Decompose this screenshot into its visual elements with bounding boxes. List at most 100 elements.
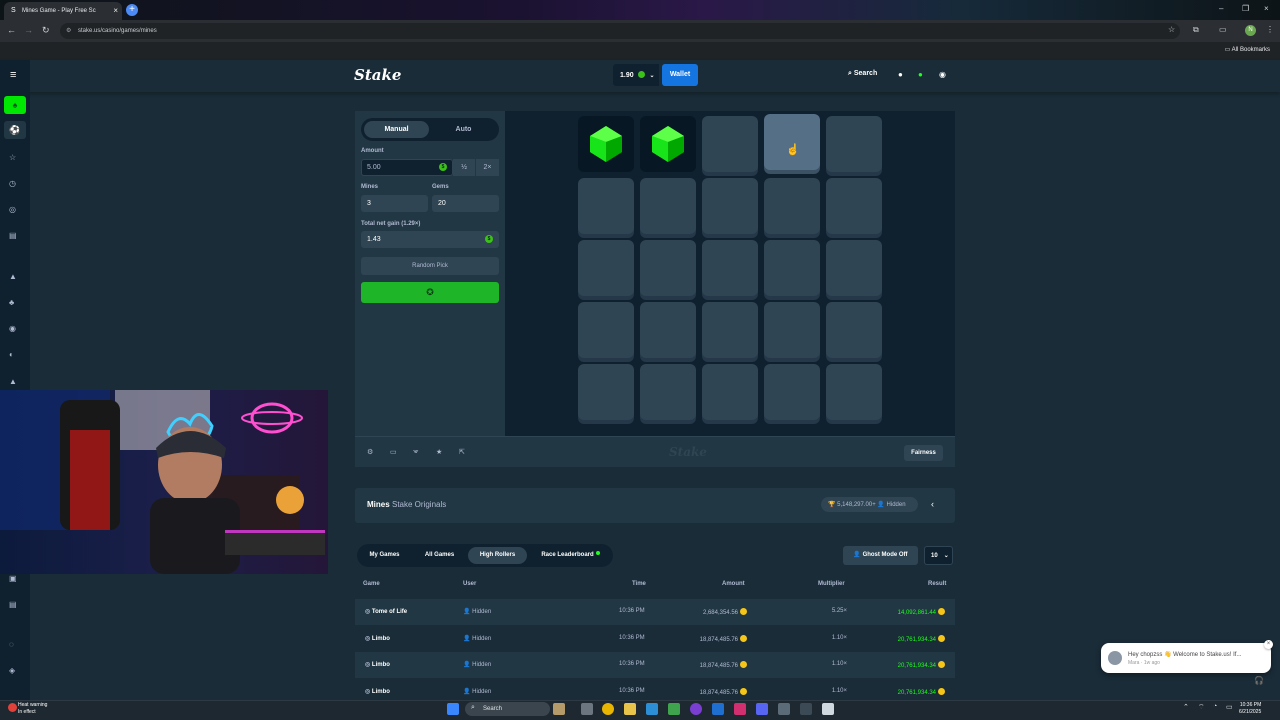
- mine-tile[interactable]: [764, 114, 820, 170]
- app-icon[interactable]: [690, 703, 702, 715]
- mine-tile[interactable]: [578, 240, 634, 296]
- balance-selector[interactable]: 1.90 ⌄: [613, 64, 659, 86]
- mine-tile[interactable]: [764, 178, 820, 234]
- auto-tab[interactable]: Auto: [431, 121, 496, 138]
- mine-tile[interactable]: [578, 302, 634, 358]
- url-field[interactable]: ⚙ stake.us/casino/games/mines: [60, 23, 1180, 39]
- mine-tile[interactable]: [764, 302, 820, 358]
- weather-alert-icon[interactable]: [8, 703, 17, 712]
- theatre-mode-icon[interactable]: ▭: [390, 448, 397, 456]
- settings-icon[interactable]: ⚙: [367, 448, 373, 456]
- mine-tile[interactable]: [702, 116, 758, 172]
- user-icon[interactable]: ●: [898, 70, 903, 79]
- minimize-icon[interactable]: –: [1219, 4, 1223, 13]
- tab-my-games[interactable]: My Games: [360, 547, 409, 564]
- promotions-icon[interactable]: ▣: [9, 574, 17, 583]
- challenges-icon[interactable]: ◎: [9, 205, 16, 214]
- reload-icon[interactable]: ↻: [42, 25, 50, 36]
- steam-icon[interactable]: [646, 703, 658, 715]
- mine-tile[interactable]: [578, 178, 634, 234]
- sponsorships-icon[interactable]: ◌: [9, 640, 14, 649]
- half-bet-button[interactable]: ½: [453, 159, 475, 176]
- app-icon[interactable]: [734, 703, 746, 715]
- mine-tile[interactable]: [640, 364, 696, 420]
- mine-tile[interactable]: [702, 240, 758, 296]
- mine-tile[interactable]: [826, 302, 882, 358]
- bookmark-star-icon[interactable]: ☆: [1168, 25, 1175, 34]
- favourites-icon[interactable]: ☆: [9, 153, 16, 162]
- weather-widget[interactable]: Heat warning In effect: [18, 702, 47, 716]
- app-icon[interactable]: [822, 703, 834, 715]
- tab-high-rollers[interactable]: High Rollers: [468, 547, 527, 564]
- manual-tab[interactable]: Manual: [364, 121, 429, 138]
- random-pick-button[interactable]: Random Pick: [361, 257, 499, 275]
- row-count-select[interactable]: 10 ⌄: [924, 546, 953, 565]
- fairness-button[interactable]: Fairness: [904, 445, 943, 461]
- profile-avatar[interactable]: N: [1245, 25, 1256, 36]
- share-icon[interactable]: ⇱: [459, 448, 465, 456]
- menu-icon[interactable]: ≡: [10, 69, 16, 81]
- sports-button[interactable]: ⚽: [4, 121, 26, 139]
- volume-icon[interactable]: ◔: [1213, 703, 1217, 710]
- game-shows-icon[interactable]: ◐: [9, 350, 14, 359]
- row-game[interactable]: ◎ Limbo: [365, 688, 390, 695]
- mine-tile[interactable]: [702, 364, 758, 420]
- mines-select[interactable]: 3: [361, 195, 428, 212]
- close-tab-icon[interactable]: ×: [113, 6, 118, 15]
- taskbar-search[interactable]: ⌕ Search: [465, 702, 550, 716]
- headset-icon[interactable]: 🎧: [1254, 676, 1264, 685]
- tab-race-leaderboard[interactable]: Race Leaderboard: [531, 547, 610, 564]
- table-row[interactable]: ◎ Limbo 👤 Hidden 10:36 PM 18,874,485.76 1.10…: [355, 652, 955, 678]
- app-icon[interactable]: [800, 703, 812, 715]
- tab-all-games[interactable]: All Games: [415, 547, 464, 564]
- search-button[interactable]: ⌕ Search: [848, 70, 877, 78]
- extensions-icon[interactable]: ⧉: [1193, 25, 1199, 35]
- stats-icon[interactable]: ⩖: [413, 448, 419, 456]
- favourite-icon[interactable]: ★: [436, 448, 442, 456]
- mine-tile[interactable]: [764, 364, 820, 420]
- app-icon[interactable]: [668, 703, 680, 715]
- support-icon[interactable]: ◈: [9, 666, 15, 675]
- new-tab-button[interactable]: +: [126, 4, 138, 16]
- row-game[interactable]: ◎ Tome of Life: [365, 608, 407, 615]
- chrome-icon[interactable]: [602, 703, 614, 715]
- mine-tile[interactable]: [826, 116, 882, 172]
- wallet-button[interactable]: Wallet: [662, 64, 698, 86]
- app-icon[interactable]: [712, 703, 724, 715]
- start-icon[interactable]: [447, 703, 459, 715]
- all-bookmarks-link[interactable]: ▭ All Bookmarks: [1225, 46, 1270, 53]
- task-view-icon[interactable]: [581, 703, 593, 715]
- forward-icon[interactable]: →: [24, 25, 33, 35]
- new-releases-icon[interactable]: ▲: [9, 377, 17, 386]
- notifications-icon[interactable]: ●: [918, 70, 923, 79]
- blog-icon[interactable]: ▤: [9, 600, 17, 609]
- mine-tile[interactable]: [640, 178, 696, 234]
- row-game[interactable]: ◎ Limbo: [365, 661, 390, 668]
- close-toast-icon[interactable]: ×: [1264, 640, 1273, 649]
- file-explorer-icon[interactable]: [624, 703, 636, 715]
- table-row[interactable]: ◎ Limbo 👤 Hidden 10:36 PM 18,874,485.76 1.10…: [355, 626, 955, 652]
- app-icon[interactable]: [778, 703, 790, 715]
- mine-tile[interactable]: [702, 178, 758, 234]
- mine-tile[interactable]: [640, 240, 696, 296]
- row-game[interactable]: ◎ Limbo: [365, 635, 390, 642]
- wifi-icon[interactable]: ⌔: [1198, 703, 1205, 712]
- mine-tile[interactable]: [826, 178, 882, 234]
- cashout-button[interactable]: ✪: [361, 282, 499, 303]
- browser-tab[interactable]: S Mines Game - Play Free Sc ×: [4, 2, 122, 20]
- window-close-icon[interactable]: ×: [1264, 4, 1269, 13]
- battery-icon[interactable]: ▭: [1226, 703, 1233, 711]
- mine-tile[interactable]: [578, 364, 634, 420]
- live-casino-icon[interactable]: ◉: [9, 324, 16, 333]
- discord-icon[interactable]: [756, 703, 768, 715]
- chevron-left-icon[interactable]: ‹: [931, 499, 934, 509]
- restore-icon[interactable]: ❐: [1242, 4, 1249, 13]
- chat-icon[interactable]: ◉: [939, 70, 946, 79]
- widgets-icon[interactable]: [553, 703, 565, 715]
- ghost-mode-button[interactable]: 👤 Ghost Mode Off: [843, 546, 918, 565]
- site-info-icon[interactable]: ⚙: [66, 27, 71, 34]
- mine-tile[interactable]: [702, 302, 758, 358]
- my-bets-icon[interactable]: ▤: [9, 231, 17, 240]
- mine-tile[interactable]: [826, 364, 882, 420]
- mine-tile[interactable]: [826, 240, 882, 296]
